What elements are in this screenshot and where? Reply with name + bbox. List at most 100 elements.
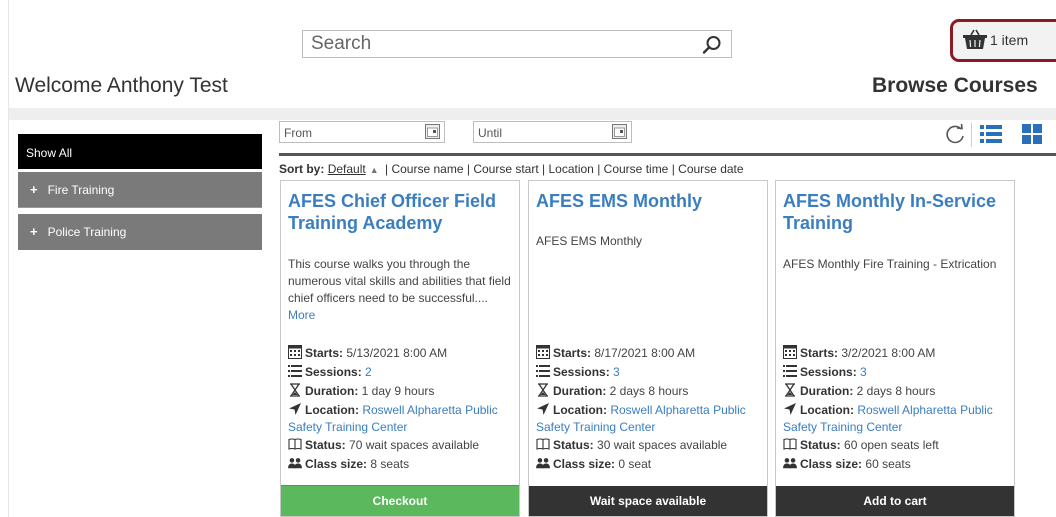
sort-ascending-icon: ▲ <box>369 165 379 175</box>
wait-space-button[interactable]: Wait space available <box>529 486 767 516</box>
cart-count: 1 item <box>990 32 1029 48</box>
hourglass-icon <box>290 383 300 397</box>
cart-button[interactable]: 1 item <box>950 19 1056 62</box>
location-label: Location: <box>553 403 607 417</box>
sidebar-item-label: Fire Training <box>47 183 115 197</box>
list-numbered-icon <box>783 365 797 377</box>
sort-option-location[interactable]: Location <box>548 162 593 176</box>
duration-label: Duration: <box>800 384 854 398</box>
class-size-value: 8 seats <box>370 457 410 471</box>
location-arrow-icon <box>784 403 796 415</box>
duration-row: Duration: 2 days 8 hours <box>536 382 768 401</box>
list-numbered-icon <box>536 365 550 377</box>
starts-row: Starts: 5/13/2021 8:00 AM <box>288 344 520 363</box>
sessions-link[interactable]: 2 <box>365 365 372 379</box>
search-input[interactable] <box>303 31 701 57</box>
sort-separator: | <box>384 162 389 176</box>
course-card: AFES Monthly In-Service Training AFES Mo… <box>775 180 1015 517</box>
location-label: Location: <box>800 403 854 417</box>
starts-value: 5/13/2021 8:00 AM <box>346 346 448 360</box>
list-view-icon[interactable] <box>980 124 1002 144</box>
sort-separator: | <box>597 162 601 176</box>
location-arrow-icon <box>289 403 301 415</box>
starts-label: Starts: <box>553 346 592 360</box>
calendar-icon <box>783 345 797 359</box>
plus-icon: + <box>30 182 38 197</box>
sort-option-course-name[interactable]: Course name <box>391 162 463 176</box>
class-size-row: Class size: 8 seats <box>288 455 520 474</box>
refresh-icon[interactable] <box>944 124 966 146</box>
starts-label: Starts: <box>305 346 344 360</box>
sort-option-default[interactable]: Default <box>328 162 366 176</box>
sessions-link[interactable]: 3 <box>613 365 620 379</box>
sidebar-item-fire-training[interactable]: + Fire Training <box>18 172 262 208</box>
status-label: Status: <box>305 438 346 452</box>
course-meta: Starts: 3/2/2021 8:00 AM Sessions: 3 Dur… <box>783 344 1015 474</box>
from-date-field <box>279 121 445 144</box>
starts-row: Starts: 3/2/2021 8:00 AM <box>783 344 1015 363</box>
course-description: AFES EMS Monthly <box>536 234 643 248</box>
plus-icon: + <box>30 224 38 239</box>
duration-row: Duration: 2 days 8 hours <box>783 382 1015 401</box>
sessions-row: Sessions: 2 <box>288 363 520 382</box>
sidebar-item-show-all[interactable]: Show All <box>18 134 262 169</box>
sidebar-item-label: Police Training <box>47 225 127 239</box>
status-label: Status: <box>553 438 594 452</box>
search-icon[interactable] <box>701 34 723 56</box>
sessions-row: Sessions: 3 <box>783 363 1015 382</box>
sort-option-course-start[interactable]: Course start <box>473 162 538 176</box>
sort-option-course-time[interactable]: Course time <box>604 162 669 176</box>
starts-row: Starts: 8/17/2021 8:00 AM <box>536 344 768 363</box>
class-size-label: Class size: <box>800 457 863 471</box>
course-meta: Starts: 8/17/2021 8:00 AM Sessions: 3 Du… <box>536 344 768 474</box>
location-row: Location: Roswell Alpharetta Public Safe… <box>783 401 1015 436</box>
class-size-label: Class size: <box>553 457 616 471</box>
more-link[interactable]: More <box>288 308 315 322</box>
sessions-label: Sessions: <box>800 365 857 379</box>
checkout-button[interactable]: Checkout <box>281 485 519 516</box>
course-description: AFES Monthly Fire Training - Extrication <box>783 257 997 271</box>
until-date-field <box>473 121 632 144</box>
from-date-input[interactable] <box>280 122 426 144</box>
location-row: Location: Roswell Alpharetta Public Safe… <box>288 401 520 436</box>
sort-bar: Sort by: Default ▲ | Course name | Course… <box>279 162 744 176</box>
calendar-icon[interactable] <box>425 124 440 139</box>
class-size-row: Class size: 60 seats <box>783 455 1015 474</box>
sort-option-course-date[interactable]: Course date <box>678 162 743 176</box>
users-icon <box>783 458 797 469</box>
list-numbered-icon <box>288 365 302 377</box>
sort-separator: | <box>542 162 546 176</box>
course-title[interactable]: AFES EMS Monthly <box>536 190 764 212</box>
course-title[interactable]: AFES Chief Officer Field Training Academ… <box>288 190 516 234</box>
class-size-value: 60 seats <box>865 457 911 471</box>
sidebar-item-police-training[interactable]: + Police Training <box>18 214 262 250</box>
sessions-row: Sessions: 3 <box>536 363 768 382</box>
status-label: Status: <box>800 438 841 452</box>
location-arrow-icon <box>537 403 549 415</box>
course-title[interactable]: AFES Monthly In-Service Training <box>783 190 1011 234</box>
add-to-cart-button[interactable]: Add to cart <box>776 486 1014 516</box>
starts-value: 8/17/2021 8:00 AM <box>594 346 696 360</box>
sort-separator: | <box>671 162 675 176</box>
location-row: Location: Roswell Alpharetta Public Safe… <box>536 401 768 436</box>
calendar-icon <box>536 345 550 359</box>
class-size-label: Class size: <box>305 457 368 471</box>
calendar-icon[interactable] <box>612 124 627 139</box>
course-description-text: This course walks you through the numero… <box>288 257 511 305</box>
status-row: Status: 70 wait spaces available <box>288 436 520 455</box>
book-icon <box>536 438 550 450</box>
duration-value: 2 days 8 hours <box>856 384 936 398</box>
course-meta: Starts: 5/13/2021 8:00 AM Sessions: 2 Du… <box>288 344 520 474</box>
sessions-label: Sessions: <box>553 365 610 379</box>
sessions-link[interactable]: 3 <box>860 365 867 379</box>
until-date-input[interactable] <box>474 122 600 144</box>
shopping-basket-icon <box>963 29 987 49</box>
sort-separator: | <box>466 162 470 176</box>
users-icon <box>536 458 550 469</box>
grid-view-icon[interactable] <box>1022 124 1056 144</box>
location-label: Location: <box>305 403 359 417</box>
view-separator <box>971 123 972 147</box>
search-box <box>302 30 732 58</box>
hourglass-icon <box>785 383 795 397</box>
page-title: Browse Courses <box>872 74 1038 97</box>
